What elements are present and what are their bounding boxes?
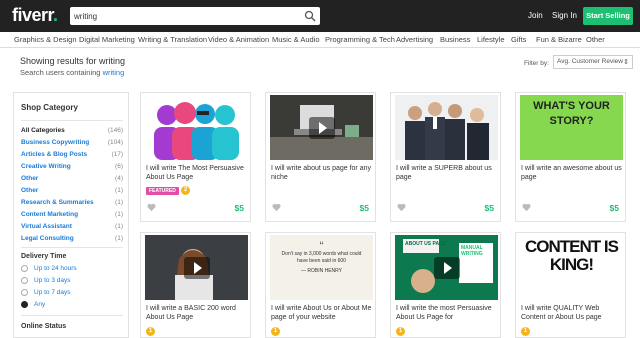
gig-description[interactable]: I will write QUALITY Web Content or Abou…: [521, 304, 622, 322]
divider: [21, 315, 123, 316]
gig-card[interactable]: I will write about us page for any niche…: [265, 92, 376, 222]
delivery-time-heading: Delivery Time: [21, 253, 67, 260]
results-title: Showing results for writing: [20, 56, 126, 66]
sidebar-item[interactable]: Articles & Blog Posts (17): [21, 151, 126, 158]
heart-icon[interactable]: [522, 203, 531, 212]
gig-price: $5: [609, 203, 619, 213]
category-link[interactable]: Programming & Tech: [325, 35, 395, 44]
category-link[interactable]: Lifestyle: [477, 35, 505, 44]
gig-thumbnail[interactable]: [270, 95, 373, 160]
join-link[interactable]: Join: [528, 11, 543, 20]
level-badge-icon: 1: [146, 327, 155, 336]
sidebar-item[interactable]: Virtual Assistant (1): [21, 223, 126, 230]
gig-description[interactable]: I will write a SUPERB about us page: [396, 164, 497, 182]
business-people-icon: [395, 95, 498, 160]
results-subtitle: Search users containing writing: [20, 68, 125, 77]
heart-icon[interactable]: [397, 203, 406, 212]
radio-icon: [21, 289, 28, 296]
quote-icon: “: [319, 239, 324, 253]
category-link[interactable]: Video & Animation: [208, 35, 269, 44]
delivery-option-24h[interactable]: Up to 24 hours: [21, 265, 77, 272]
gig-thumbnail[interactable]: ABOUT US PAGE MANUAL WRITING: [395, 235, 498, 300]
gig-thumbnail[interactable]: [145, 95, 248, 160]
category-link[interactable]: Digital Marketing: [79, 35, 135, 44]
thumbnail-text: CONTENT IS KING!: [520, 235, 623, 300]
delivery-option-any[interactable]: Any: [21, 301, 45, 308]
filter-dropdown[interactable]: Avg. Customer Review ⇕: [553, 55, 633, 69]
gig-description[interactable]: I will write a BASIC 200 word About Us P…: [146, 304, 247, 322]
gig-price: $5: [484, 203, 494, 213]
gig-card[interactable]: ABOUT US PAGE MANUAL WRITING I will writ…: [390, 232, 501, 338]
sidebar-item[interactable]: Business Copywriting (104): [21, 139, 126, 146]
sidebar-item[interactable]: Legal Consulting (1): [21, 235, 126, 242]
divider: [21, 247, 123, 248]
thumbnail-text: WHAT'S YOUR STORY?: [520, 95, 623, 160]
online-status-heading: Online Status: [21, 323, 67, 330]
sidebar-item-all-categories[interactable]: All Categories (146): [21, 127, 126, 134]
gig-card[interactable]: “ Don't say in 3,000 words what could ha…: [265, 232, 376, 338]
delivery-option-7d[interactable]: Up to 7 days: [21, 289, 71, 296]
gig-thumbnail[interactable]: CONTENT IS KING!: [520, 235, 623, 300]
people-illustration-icon: [154, 102, 239, 160]
gig-card[interactable]: I will write The Most Persuasive About U…: [140, 92, 251, 222]
category-link[interactable]: Advertising: [396, 35, 433, 44]
sidebar: Shop Category All Categories (146) Busine…: [13, 92, 129, 338]
category-link[interactable]: Other: [586, 35, 605, 44]
gig-card[interactable]: I will write a SUPERB about us page $5: [390, 92, 501, 222]
gig-thumbnail[interactable]: “ Don't say in 3,000 words what could ha…: [270, 235, 373, 300]
gig-card[interactable]: I will write a BASIC 200 word About Us P…: [140, 232, 251, 338]
featured-badge: FEATURED: [146, 187, 179, 195]
gig-price: $5: [234, 203, 244, 213]
category-link[interactable]: Music & Audio: [272, 35, 320, 44]
category-nav: Graphics & Design Digital Marketing Writ…: [0, 32, 640, 48]
category-link[interactable]: Fun & Bizarre: [536, 35, 582, 44]
level-badge-icon: 1: [396, 327, 405, 336]
gig-description[interactable]: I will write About Us or About Me page o…: [271, 304, 372, 322]
gig-description[interactable]: I will write the most Persuasive About U…: [396, 304, 497, 322]
gig-card[interactable]: WHAT'S YOUR STORY? I will write an aweso…: [515, 92, 626, 222]
start-selling-button[interactable]: Start Selling: [583, 7, 633, 25]
search-users-link[interactable]: writing: [103, 68, 125, 77]
radio-selected-icon: [21, 301, 28, 308]
filter-label: Filter by:: [524, 60, 549, 67]
sidebar-item[interactable]: Content Marketing (1): [21, 211, 126, 218]
search-box: [70, 7, 320, 25]
category-link[interactable]: Gifts: [511, 35, 526, 44]
radio-icon: [21, 277, 28, 284]
radio-icon: [21, 265, 28, 272]
gig-description[interactable]: I will write The Most Persuasive About U…: [146, 164, 247, 182]
sidebar-item[interactable]: Creative Writing (6): [21, 163, 126, 170]
level-badge-icon: 2: [181, 186, 190, 195]
gig-description[interactable]: I will write an awesome about us page: [521, 164, 622, 182]
divider: [21, 120, 123, 121]
gig-thumbnail[interactable]: [395, 95, 498, 160]
heart-icon[interactable]: [272, 203, 281, 212]
gig-description[interactable]: I will write about us page for any niche: [271, 164, 372, 182]
search-input[interactable]: [74, 9, 294, 23]
category-link[interactable]: Writing & Translation: [138, 35, 207, 44]
top-bar: fiverr. Join Sign In Start Selling: [0, 0, 640, 32]
delivery-option-3d[interactable]: Up to 3 days: [21, 277, 71, 284]
gig-thumbnail[interactable]: [145, 235, 248, 300]
search-icon[interactable]: [304, 10, 316, 22]
gig-card[interactable]: CONTENT IS KING! I will write QUALITY We…: [515, 232, 626, 338]
level-badge-icon: 1: [521, 327, 530, 336]
updown-icon: ⇕: [623, 59, 629, 66]
category-link[interactable]: Graphics & Design: [14, 35, 77, 44]
category-link[interactable]: Business: [440, 35, 470, 44]
gig-thumbnail[interactable]: WHAT'S YOUR STORY?: [520, 95, 623, 160]
sidebar-item[interactable]: Other (4): [21, 175, 126, 182]
play-icon[interactable]: [308, 116, 335, 139]
quote-thumbnail: “ Don't say in 3,000 words what could ha…: [270, 235, 373, 300]
play-icon[interactable]: [183, 256, 210, 279]
play-icon[interactable]: [433, 256, 460, 279]
level-badge-icon: 1: [271, 327, 280, 336]
sidebar-item[interactable]: Other (1): [21, 187, 126, 194]
fiverr-logo[interactable]: fiverr.: [12, 5, 58, 26]
sidebar-item[interactable]: Research & Summaries (1): [21, 199, 126, 206]
gig-price: $5: [359, 203, 369, 213]
sidebar-heading: Shop Category: [21, 103, 78, 112]
heart-icon[interactable]: [147, 203, 156, 212]
sign-in-link[interactable]: Sign In: [552, 11, 577, 20]
